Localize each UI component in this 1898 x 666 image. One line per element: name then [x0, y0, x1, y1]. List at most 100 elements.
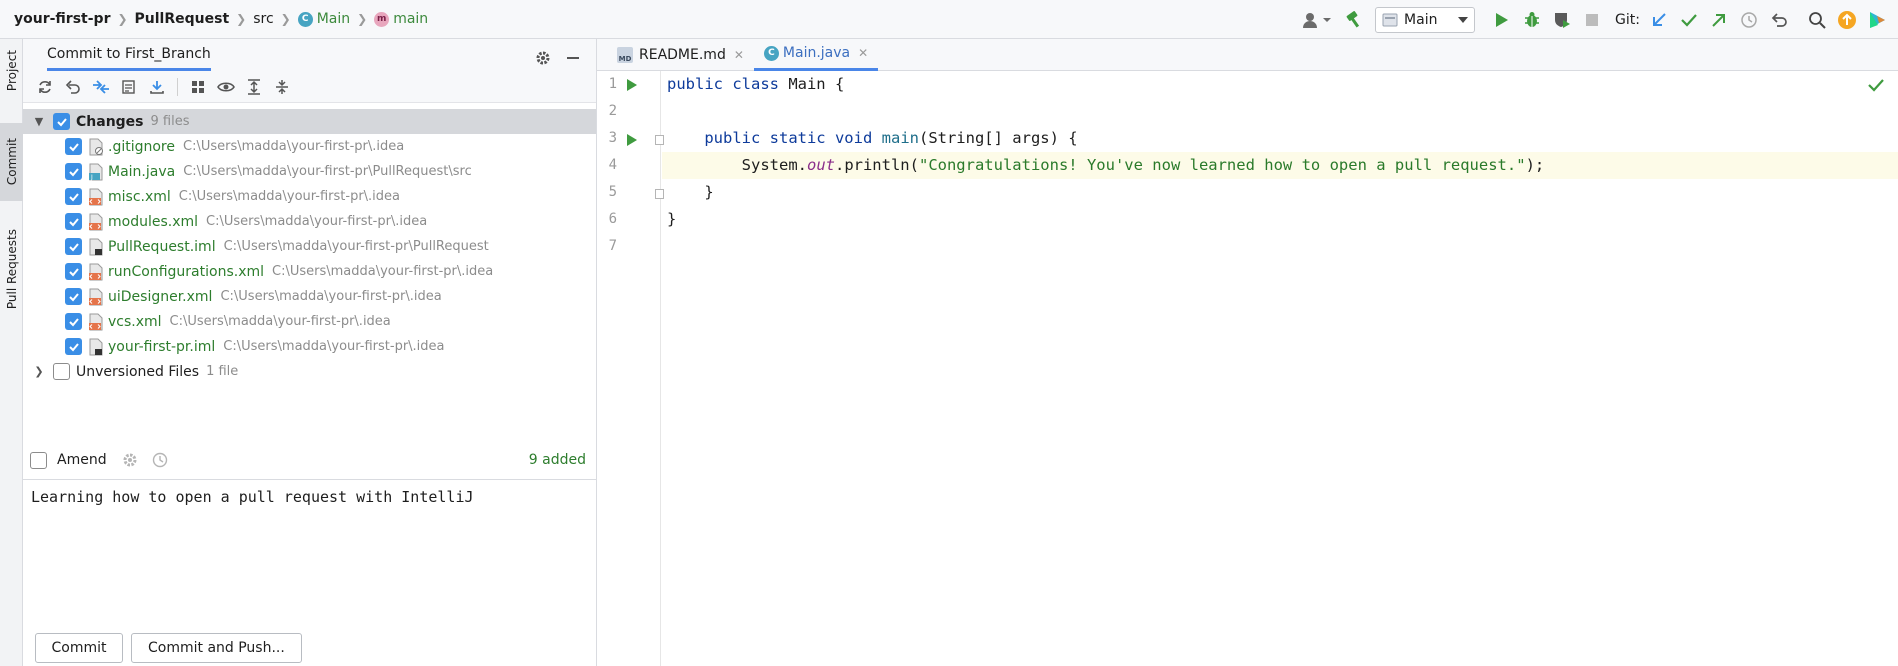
file-row[interactable]: misc.xml C:\Users\madda\your-first-pr\.i…: [23, 184, 596, 209]
file-checkbox[interactable]: [65, 188, 82, 205]
show-diff-icon[interactable]: [87, 74, 115, 100]
file-name: runConfigurations.xml: [108, 263, 265, 280]
run-icon[interactable]: [1489, 7, 1515, 33]
inspection-ok-check-icon[interactable]: [1868, 78, 1884, 96]
toolbar-separator: [177, 77, 178, 96]
file-path: C:\Users\madda\your-first-pr\.idea: [223, 339, 445, 354]
line-number: 1: [608, 76, 617, 92]
file-name: .gitignore: [108, 138, 175, 155]
xml-file-icon: [88, 188, 104, 206]
unversioned-checkbox[interactable]: [53, 363, 70, 380]
tool-tab-pull-requests-label: Pull Requests: [4, 228, 19, 310]
file-checkbox[interactable]: [65, 263, 82, 280]
tool-tab-project[interactable]: Project: [0, 43, 23, 99]
rollback-icon[interactable]: [59, 74, 87, 100]
code-line-current: System.out.println("Congratulations! You…: [662, 152, 1898, 179]
file-name: misc.xml: [108, 188, 171, 205]
commit-and-push-button[interactable]: Commit and Push...: [131, 633, 302, 663]
file-row[interactable]: your-first-pr.iml C:\Users\madda\your-fi…: [23, 334, 596, 359]
file-row[interactable]: .gitignore C:\Users\madda\your-first-pr\…: [23, 134, 596, 159]
file-checkbox[interactable]: [65, 163, 82, 180]
unversioned-count: 1 file: [206, 364, 239, 379]
file-checkbox[interactable]: [65, 313, 82, 330]
run-configuration-select[interactable]: Main: [1375, 6, 1476, 33]
search-icon[interactable]: [1804, 7, 1830, 33]
tab-main-java[interactable]: C Main.java ✕: [753, 39, 879, 71]
tab-main-java-label: Main.java: [782, 45, 851, 61]
breadcrumb-project[interactable]: your-first-pr: [14, 11, 110, 27]
debug-bug-icon[interactable]: [1519, 7, 1545, 33]
file-checkbox[interactable]: [65, 338, 82, 355]
update-arrow-icon[interactable]: [1834, 7, 1860, 33]
tool-tab-commit[interactable]: Commit: [0, 123, 23, 201]
commit-panel: Commit to First_Branch ▼ Changes 9 files: [23, 39, 597, 666]
unversioned-group-row[interactable]: ❯ Unversioned Files 1 file: [23, 359, 596, 384]
file-checkbox[interactable]: [65, 288, 82, 305]
file-name: uiDesigner.xml: [108, 288, 213, 305]
chevron-right-icon[interactable]: ❯: [31, 365, 47, 378]
eye-icon[interactable]: [212, 74, 240, 100]
chevron-down-icon[interactable]: ▼: [31, 115, 47, 128]
amend-checkbox[interactable]: [30, 451, 47, 469]
file-row[interactable]: J Main.java C:\Users\madda\your-first-pr…: [23, 159, 596, 184]
commit-button[interactable]: Commit: [35, 633, 123, 663]
shelve-download-icon[interactable]: [143, 74, 171, 100]
gear-icon[interactable]: [530, 45, 556, 71]
commit-history-clock-icon[interactable]: [147, 447, 173, 473]
changelist-icon[interactable]: [115, 74, 143, 100]
breadcrumb-method[interactable]: m main: [374, 11, 428, 27]
minimize-icon[interactable]: [560, 45, 586, 71]
tool-tab-pull-requests[interactable]: Pull Requests: [0, 219, 23, 319]
history-clock-icon[interactable]: [1736, 7, 1762, 33]
expand-all-icon[interactable]: [240, 74, 268, 100]
group-by-icon[interactable]: [184, 74, 212, 100]
refresh-icon[interactable]: [31, 74, 59, 100]
coverage-shield-icon[interactable]: [1549, 7, 1575, 33]
run-gutter-icon[interactable]: [627, 79, 637, 91]
keyword: public class: [667, 75, 779, 93]
code-line: public class Main {: [662, 71, 1898, 98]
chevron-down-icon: [1458, 16, 1469, 23]
code-text: (String[] args) {: [918, 129, 1078, 147]
git-push-icon[interactable]: [1706, 7, 1732, 33]
run-gutter-icon[interactable]: [627, 134, 637, 146]
stop-icon[interactable]: [1579, 7, 1605, 33]
gitignore-file-icon: [88, 138, 104, 156]
file-row[interactable]: runConfigurations.xml C:\Users\madda\you…: [23, 259, 596, 284]
tab-readme[interactable]: MD README.md ✕: [607, 39, 754, 71]
breadcrumb-module[interactable]: PullRequest: [135, 11, 230, 27]
git-commit-check-icon[interactable]: [1676, 7, 1702, 33]
file-checkbox[interactable]: [65, 238, 82, 255]
file-path: C:\Users\madda\your-first-pr\PullRequest: [223, 239, 489, 254]
file-row[interactable]: PullRequest.iml C:\Users\madda\your-firs…: [23, 234, 596, 259]
breadcrumb-class[interactable]: C Main: [297, 11, 350, 27]
commit-panel-title[interactable]: Commit to First_Branch: [47, 40, 211, 71]
code-editor[interactable]: public class Main { public static void m…: [662, 71, 1898, 666]
rollback-undo-icon[interactable]: [1766, 7, 1792, 33]
collapse-all-icon[interactable]: [268, 74, 296, 100]
user-icon[interactable]: [1299, 7, 1337, 33]
file-name: PullRequest.iml: [108, 238, 216, 255]
jetbrains-logo-icon[interactable]: [1864, 7, 1890, 33]
changes-count: 9 files: [150, 114, 190, 129]
file-checkbox[interactable]: [65, 213, 82, 230]
git-update-icon[interactable]: [1646, 7, 1672, 33]
amend-label: Amend: [57, 452, 107, 468]
line-number: 5: [608, 184, 617, 200]
breadcrumb-src[interactable]: src: [253, 11, 273, 27]
close-icon[interactable]: ✕: [734, 48, 744, 62]
file-row[interactable]: modules.xml C:\Users\madda\your-first-pr…: [23, 209, 596, 234]
line-number: 4: [608, 157, 617, 173]
unversioned-label: Unversioned Files: [76, 363, 200, 380]
commit-options-gear-icon[interactable]: [117, 447, 143, 473]
commit-panel-header: Commit to First_Branch: [23, 39, 596, 71]
xml-file-icon: [88, 313, 104, 331]
changes-group-row[interactable]: ▼ Changes 9 files: [23, 109, 596, 134]
file-row[interactable]: uiDesigner.xml C:\Users\madda\your-first…: [23, 284, 596, 309]
build-hammer-icon[interactable]: [1341, 7, 1367, 33]
changes-checkbox[interactable]: [53, 113, 70, 130]
string-literal: "Congratulations! You've now learned how…: [918, 156, 1526, 174]
file-row[interactable]: vcs.xml C:\Users\madda\your-first-pr\.id…: [23, 309, 596, 334]
file-checkbox[interactable]: [65, 138, 82, 155]
close-icon[interactable]: ✕: [858, 46, 868, 60]
